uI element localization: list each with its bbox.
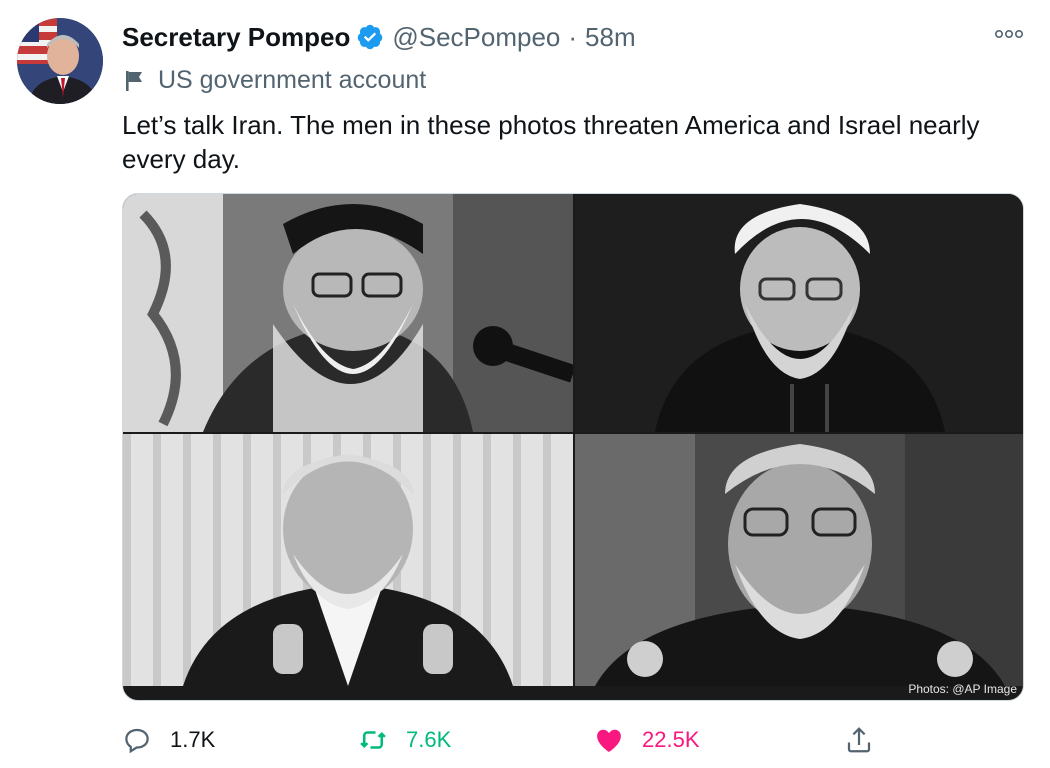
tweet-header: Secretary Pompeo @SecPompeo · 58m: [122, 20, 636, 54]
verified-badge-icon: [358, 24, 383, 50]
reply-button[interactable]: 1.7K: [122, 720, 215, 760]
government-account-text: US government account: [158, 66, 427, 94]
media-grid[interactable]: Photos: @AP Image: [122, 193, 1024, 701]
photo-top-right[interactable]: [575, 194, 1023, 432]
handle[interactable]: @SecPompeo: [392, 22, 560, 53]
like-button[interactable]: 22.5K: [594, 720, 700, 760]
reply-icon: [125, 728, 149, 754]
photo-bottom-right[interactable]: [575, 434, 1023, 686]
share-icon: [847, 727, 871, 753]
flag-icon: [126, 70, 142, 91]
like-count: 22.5K: [642, 727, 700, 752]
photo-top-left[interactable]: [123, 194, 573, 432]
tweet-actions: 1.7K 7.6K 22.5K: [122, 720, 982, 760]
timestamp[interactable]: 58m: [585, 22, 636, 53]
retweet-count: 7.6K: [406, 727, 452, 752]
retweet-button[interactable]: 7.6K: [358, 720, 451, 760]
display-name[interactable]: Secretary Pompeo: [122, 22, 350, 53]
government-account-label: US government account: [122, 66, 426, 95]
tweet-text: Let’s talk Iran. The men in these photos…: [122, 110, 980, 174]
share-button[interactable]: [844, 720, 874, 760]
photo-credit: Photos: @AP Image: [908, 682, 1017, 696]
photo-bottom-left[interactable]: [123, 434, 573, 686]
like-icon: [597, 729, 621, 752]
reply-count: 1.7K: [170, 727, 216, 752]
retweet-icon: [360, 731, 386, 749]
more-icon[interactable]: [994, 26, 1024, 42]
separator: ·: [568, 21, 578, 52]
avatar[interactable]: [17, 18, 103, 104]
